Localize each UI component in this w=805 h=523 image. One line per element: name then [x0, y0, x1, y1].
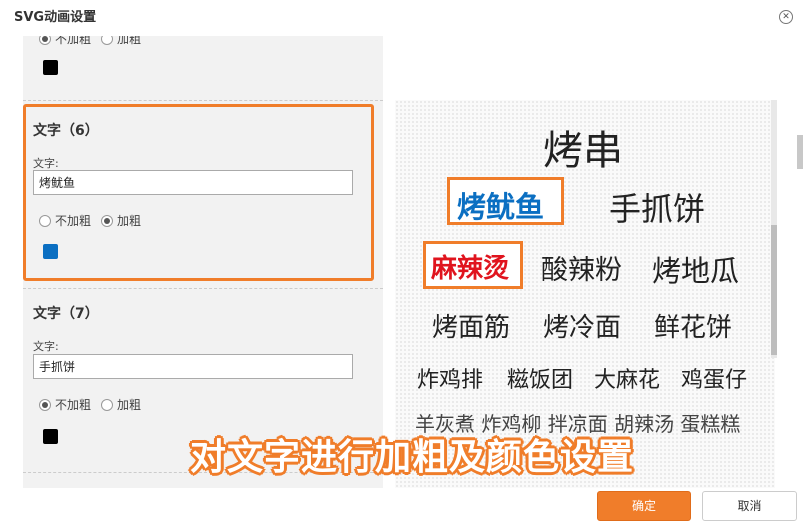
word-kaoyouyu: 烤鱿鱼	[457, 190, 545, 224]
word-zhajipai: 炸鸡排	[417, 368, 484, 393]
dialog-title: SVG动画设置	[14, 10, 97, 25]
word-cifantuan: 糍饭团	[507, 368, 574, 393]
word-kaolengmian: 烤冷面	[543, 313, 622, 343]
word-damahua: 大麻花	[594, 368, 661, 393]
svg-animation-dialog: SVG动画设置 ✕ 不加粗 加粗 文字（6） 文字: 不加粗 加粗 文字（7） …	[0, 0, 805, 523]
section-7-bold-radio[interactable]	[101, 398, 114, 411]
word-kaodigua: 烤地瓜	[652, 254, 740, 288]
top-normal-radio[interactable]	[39, 36, 51, 45]
dialog-scrollbar-thumb[interactable]	[797, 135, 803, 169]
word-malatang: 麻辣烫	[431, 254, 510, 284]
word-kaochuan: 烤串	[543, 128, 623, 174]
word-xianhuabing: 鲜花饼	[654, 313, 733, 343]
divider	[23, 100, 383, 101]
section-7-normal-radio[interactable]	[39, 398, 51, 411]
caption-banner: 对文字进行加粗及颜色设置	[190, 437, 635, 478]
top-color-swatch[interactable]	[43, 60, 58, 75]
divider	[23, 288, 383, 289]
top-bold-radio[interactable]	[101, 36, 114, 45]
word-shouzhuabing: 手抓饼	[609, 190, 706, 228]
section-7-title: 文字（7）	[33, 306, 99, 322]
section-7-weight-options: 不加粗 加粗	[39, 396, 151, 413]
section-7-normal-label: 不加粗	[55, 398, 92, 412]
top-normal-label: 不加粗	[55, 36, 92, 46]
section-7-field-label: 文字:	[33, 340, 59, 353]
section-7-color-swatch[interactable]	[43, 429, 58, 444]
word-jidanzai: 鸡蛋仔	[681, 368, 748, 393]
section-7-bold-label: 加粗	[117, 398, 142, 412]
word-suanlafen: 酸辣粉	[541, 255, 622, 286]
section-6-highlight-frame	[23, 104, 374, 281]
preview-scrollbar-thumb[interactable]	[771, 225, 777, 355]
top-bold-label: 加粗	[117, 36, 142, 46]
section-7-text-input[interactable]	[33, 354, 353, 379]
close-icon[interactable]: ✕	[779, 10, 793, 24]
top-weight-options: 不加粗 加粗	[39, 36, 151, 47]
confirm-button[interactable]: 确定	[597, 491, 691, 521]
cancel-button[interactable]: 取消	[702, 491, 797, 521]
word-kaomianjin: 烤面筋	[432, 313, 511, 343]
